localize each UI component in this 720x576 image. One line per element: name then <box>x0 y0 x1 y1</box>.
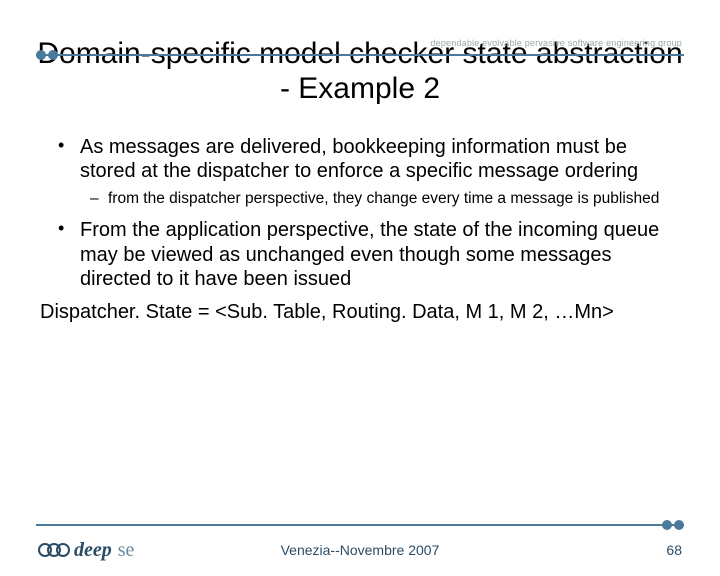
slide-body: As messages are delivered, bookkeeping i… <box>52 135 668 292</box>
bottom-rule <box>36 524 684 526</box>
bullet-item: As messages are delivered, bookkeeping i… <box>52 135 668 208</box>
rule-dot-icon <box>36 50 46 60</box>
footer-venue: Venezia--Novembre 2007 <box>0 542 720 558</box>
sub-bullet-item: from the dispatcher perspective, they ch… <box>80 190 668 209</box>
bullet-text: As messages are delivered, bookkeeping i… <box>80 136 638 182</box>
bullet-text: From the application perspective, the st… <box>80 219 659 290</box>
dispatcher-state-line: Dispatcher. State = <Sub. Table, Routing… <box>40 301 680 324</box>
rule-dot-icon <box>674 520 684 530</box>
page-number: 68 <box>666 542 682 558</box>
rule-dot-icon <box>48 50 58 60</box>
top-rule <box>36 54 684 56</box>
bullet-item: From the application perspective, the st… <box>52 218 668 291</box>
group-tag: dependable evolvable pervasive software … <box>430 38 682 48</box>
rule-dot-icon <box>662 520 672 530</box>
sub-bullet-text: from the dispatcher perspective, they ch… <box>108 190 659 207</box>
